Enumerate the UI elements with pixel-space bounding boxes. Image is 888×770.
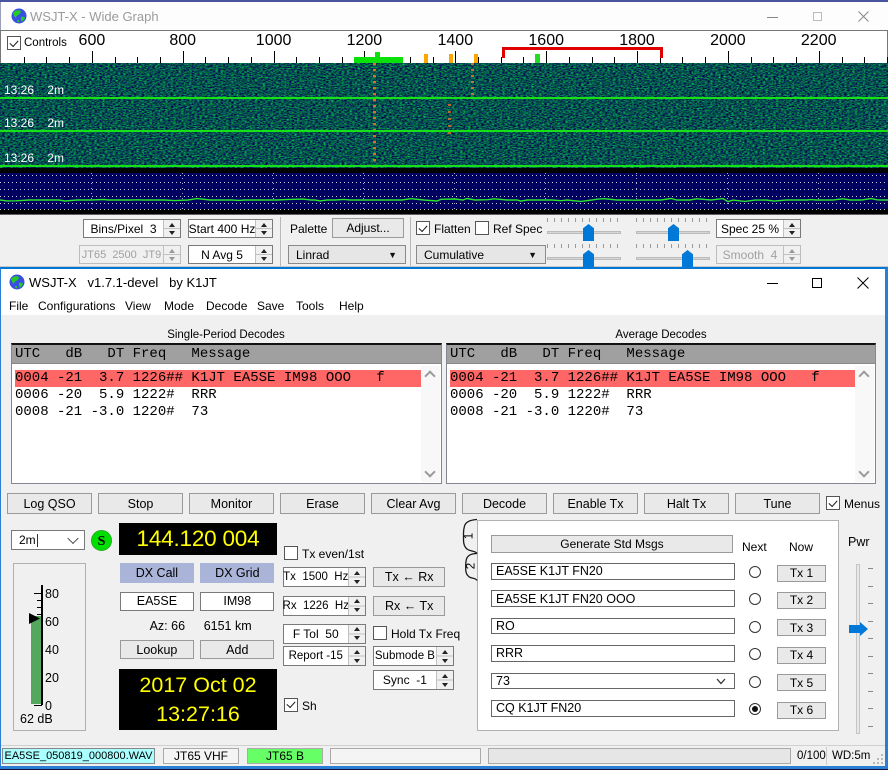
svg-text:2: 2	[466, 563, 478, 569]
svg-text:1: 1	[464, 533, 476, 539]
